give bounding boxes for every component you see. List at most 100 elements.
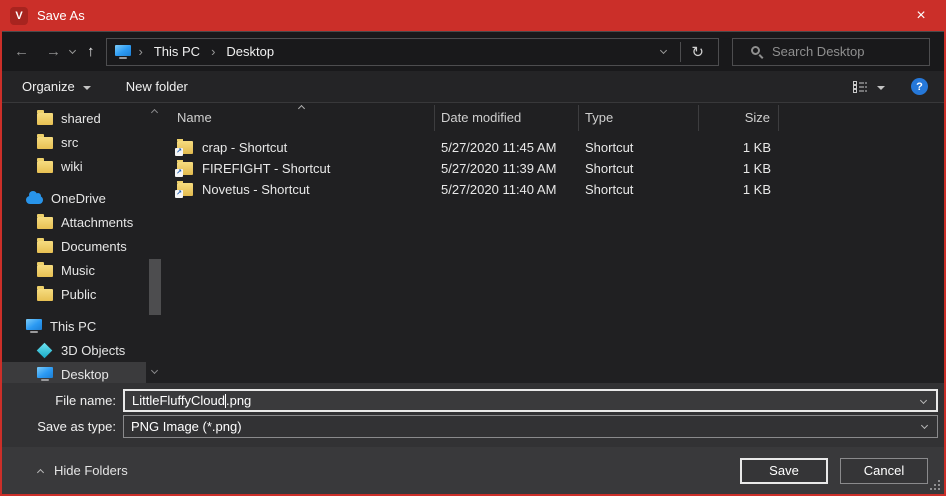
new-folder-button[interactable]: New folder	[126, 79, 188, 94]
search-box[interactable]: Search Desktop	[732, 38, 930, 66]
file-list-panel: Name Date modified Type Size crap - Shor…	[162, 103, 944, 383]
view-dropdown-arrow-icon	[877, 86, 885, 90]
close-button[interactable]: ×	[898, 0, 944, 31]
file-name-dropdown-chevron-icon[interactable]	[920, 397, 927, 404]
folder-icon	[37, 113, 53, 125]
scroll-up-icon[interactable]	[151, 109, 158, 116]
hide-folders-label: Hide Folders	[54, 463, 128, 478]
column-header-type[interactable]: Type	[579, 105, 699, 131]
save-as-type-value: PNG Image (*.png)	[131, 419, 242, 434]
file-row[interactable]: crap - Shortcut 5/27/2020 11:45 AM Short…	[162, 137, 944, 158]
cube-icon	[37, 342, 53, 358]
main-area: shared src wiki OneDrive Attachments Doc…	[2, 103, 944, 383]
sidebar-scrollbar[interactable]	[148, 103, 162, 383]
close-icon: ×	[916, 7, 925, 25]
sidebar-item-wiki[interactable]: wiki	[2, 154, 146, 178]
sidebar-item-shared[interactable]: shared	[2, 106, 146, 130]
breadcrumb-separator-icon: ›	[137, 44, 145, 59]
sidebar-item-label: src	[61, 135, 78, 150]
dialog-footer: Hide Folders Save Cancel	[2, 447, 944, 494]
file-date-modified: 5/27/2020 11:39 AM	[435, 161, 579, 176]
chevron-up-icon	[37, 468, 44, 475]
sidebar-item-label: Public	[61, 287, 96, 302]
sidebar-item-documents[interactable]: Documents	[2, 234, 146, 258]
file-name: crap - Shortcut	[202, 140, 287, 155]
save-as-type-select[interactable]: PNG Image (*.png)	[123, 415, 938, 438]
recent-locations-chevron-icon[interactable]	[69, 46, 76, 53]
resize-grip-icon[interactable]	[930, 480, 932, 482]
scrollbar-thumb[interactable]	[149, 259, 161, 315]
file-name: Novetus - Shortcut	[202, 182, 310, 197]
file-name-input[interactable]: LittleFluffyCloud .png	[123, 389, 938, 412]
file-row[interactable]: Novetus - Shortcut 5/27/2020 11:40 AM Sh…	[162, 179, 944, 200]
sidebar-item-desktop[interactable]: Desktop	[2, 362, 146, 383]
save-as-dialog: V Save As × ← → ↑ › This PC › Desktop ↻ …	[0, 0, 946, 496]
sidebar-item-this-pc[interactable]: This PC	[2, 314, 146, 338]
navigation-pane: shared src wiki OneDrive Attachments Doc…	[2, 103, 162, 383]
file-row[interactable]: FIREFIGHT - Shortcut 5/27/2020 11:39 AM …	[162, 158, 944, 179]
command-toolbar: Organize New folder ?	[2, 71, 944, 103]
sidebar-item-label: This PC	[50, 319, 96, 334]
sidebar-item-label: Music	[61, 263, 95, 278]
save-button[interactable]: Save	[740, 458, 828, 484]
address-bar[interactable]: › This PC › Desktop ↻	[106, 38, 720, 66]
details-view-icon	[852, 80, 868, 94]
sidebar-item-label: wiki	[61, 159, 83, 174]
save-as-type-dropdown-chevron-icon[interactable]	[921, 422, 928, 429]
shortcut-folder-icon	[177, 162, 193, 175]
file-name-extension: .png	[226, 393, 251, 408]
change-view-button[interactable]	[852, 80, 885, 94]
refresh-button[interactable]: ↻	[681, 43, 714, 61]
breadcrumb-separator-icon: ›	[209, 44, 217, 59]
folder-icon	[37, 161, 53, 173]
sidebar-item-label: shared	[61, 111, 101, 126]
column-headers: Name Date modified Type Size	[162, 103, 944, 132]
forward-button[interactable]: →	[46, 43, 61, 60]
scroll-down-icon[interactable]	[151, 367, 158, 374]
file-size: 1 KB	[699, 182, 779, 197]
this-pc-icon	[115, 45, 131, 56]
cancel-button[interactable]: Cancel	[840, 458, 928, 484]
file-size: 1 KB	[699, 161, 779, 176]
sidebar-item-music[interactable]: Music	[2, 258, 146, 282]
address-dropdown-chevron-icon[interactable]	[660, 47, 667, 54]
shortcut-arrow-icon	[175, 169, 183, 177]
onedrive-cloud-icon	[26, 196, 43, 204]
sidebar-item-src[interactable]: src	[2, 130, 146, 154]
back-button[interactable]: ←	[14, 43, 29, 60]
organize-button[interactable]: Organize	[22, 79, 91, 94]
folder-icon	[37, 137, 53, 149]
file-date-modified: 5/27/2020 11:40 AM	[435, 182, 579, 197]
shortcut-folder-icon	[177, 141, 193, 154]
file-name: FIREFIGHT - Shortcut	[202, 161, 330, 176]
sidebar-item-label: Attachments	[61, 215, 133, 230]
window-title: Save As	[37, 8, 85, 23]
file-date-modified: 5/27/2020 11:45 AM	[435, 140, 579, 155]
hide-folders-button[interactable]: Hide Folders	[38, 463, 128, 478]
computer-icon	[26, 319, 42, 330]
sidebar-item-onedrive[interactable]: OneDrive	[2, 186, 146, 210]
search-placeholder: Search Desktop	[772, 44, 865, 59]
toolbar-right-group: ?	[852, 78, 928, 95]
breadcrumb-desktop[interactable]: Desktop	[217, 44, 283, 59]
sidebar-item-public[interactable]: Public	[2, 282, 146, 306]
vivaldi-app-icon: V	[10, 7, 28, 25]
save-as-type-label: Save as type:	[2, 419, 123, 434]
dropdown-arrow-icon	[83, 86, 91, 90]
sidebar-item-label: Documents	[61, 239, 127, 254]
up-button[interactable]: ↑	[87, 43, 95, 60]
breadcrumb-this-pc[interactable]: This PC	[145, 44, 209, 59]
organize-label: Organize	[22, 79, 75, 94]
column-header-date-modified[interactable]: Date modified	[435, 105, 579, 131]
desktop-icon	[37, 367, 53, 378]
file-size: 1 KB	[699, 140, 779, 155]
column-header-size[interactable]: Size	[699, 105, 779, 131]
help-button[interactable]: ?	[911, 78, 928, 95]
navigation-bar: ← → ↑ › This PC › Desktop ↻ Search Deskt…	[2, 31, 944, 71]
shortcut-arrow-icon	[175, 190, 183, 198]
sidebar-item-3d-objects[interactable]: 3D Objects	[2, 338, 146, 362]
folder-icon	[37, 217, 53, 229]
folder-icon	[37, 265, 53, 277]
search-icon	[751, 46, 760, 55]
sidebar-item-attachments[interactable]: Attachments	[2, 210, 146, 234]
